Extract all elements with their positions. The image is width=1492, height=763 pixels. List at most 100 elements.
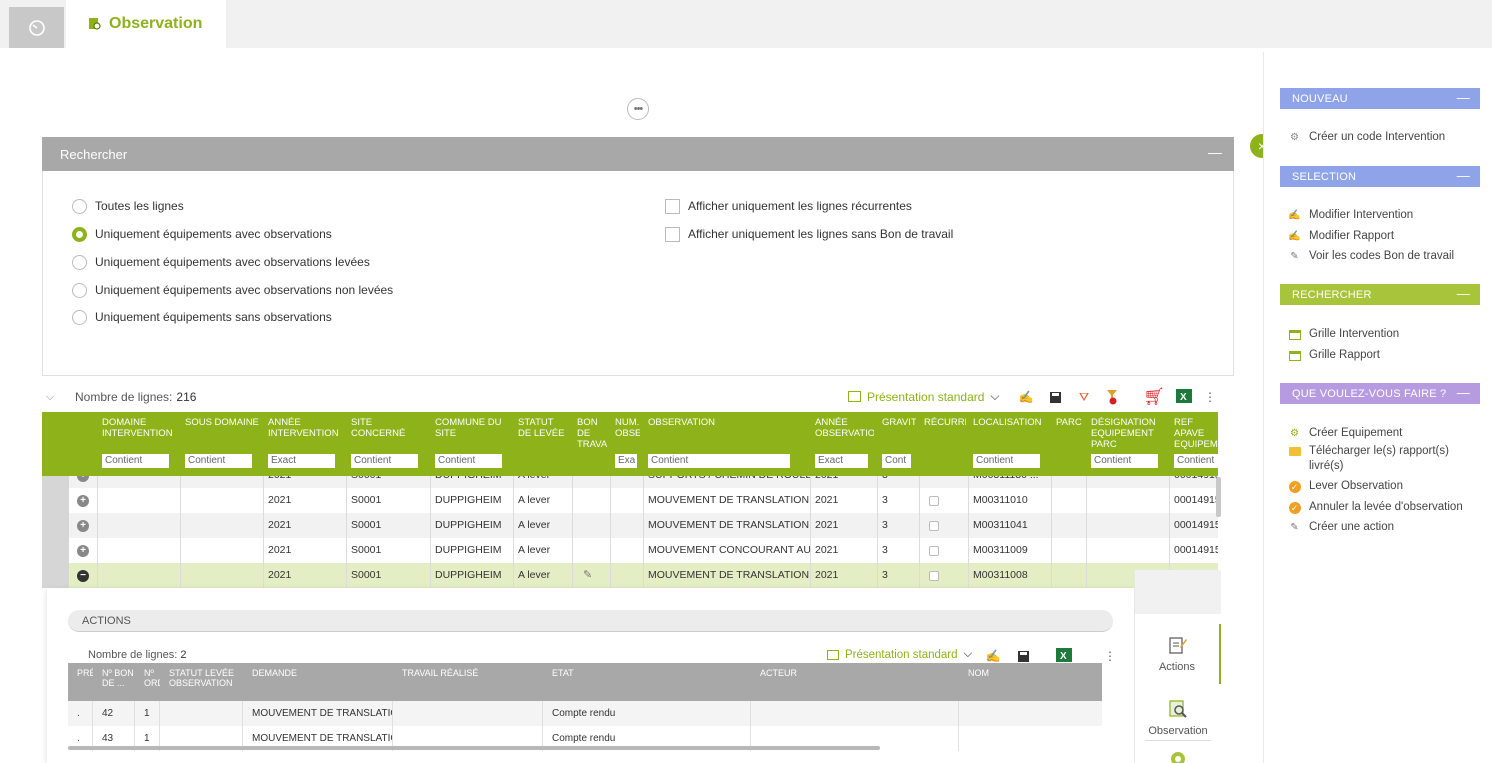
table-row[interactable]: + 2021 S0001 DUPPIGHEIM A lever MOUVEMEN… bbox=[42, 538, 1218, 563]
cell-bon-travail[interactable]: ✎ bbox=[573, 563, 611, 588]
action-creer-action[interactable]: ✎ Créer une action bbox=[1288, 520, 1478, 535]
radio-button[interactable] bbox=[72, 254, 87, 270]
radio-observations-levees[interactable]: Uniquement équipements avec observations… bbox=[72, 253, 370, 271]
col-header-statut[interactable]: STATUT DE LEVÉE bbox=[514, 412, 569, 476]
tab-observation[interactable]: Observation bbox=[66, 0, 226, 48]
filter-site-input[interactable]: Contient bbox=[351, 454, 418, 468]
cart-icon[interactable]: 🛒︎ bbox=[1143, 387, 1165, 407]
vertical-dots-icon[interactable]: ⋮ bbox=[1202, 389, 1218, 405]
plus-circle-icon[interactable]: + bbox=[77, 544, 89, 557]
save-icon[interactable] bbox=[1015, 648, 1031, 664]
filter-designation-input[interactable]: Contient bbox=[1091, 454, 1158, 468]
search-panel-header[interactable]: Rechercher — bbox=[42, 137, 1234, 177]
action-creer-code-intervention[interactable]: ⚙ Créer un code Intervention bbox=[1288, 130, 1478, 145]
radio-button[interactable] bbox=[72, 282, 87, 298]
save-icon[interactable] bbox=[1047, 389, 1063, 405]
filter-commune-input[interactable]: Contient bbox=[435, 454, 502, 468]
edit-note-icon[interactable]: ✎ bbox=[583, 563, 592, 588]
filter-annee-input[interactable]: Exact bbox=[268, 454, 335, 468]
action-annuler-levee[interactable]: ✓ Annuler la levée d'observation bbox=[1288, 500, 1478, 515]
filter-num-observation-input[interactable]: Exa bbox=[615, 454, 637, 468]
filter-sous-domaine-input[interactable]: Contient bbox=[185, 454, 252, 468]
radio-observations-non-levees[interactable]: Uniquement équipements avec observations… bbox=[72, 281, 393, 299]
col-header-recurrent[interactable]: RÉCURRENT bbox=[920, 412, 966, 476]
recurrent-checkbox[interactable] bbox=[929, 520, 939, 531]
col-header-acteur[interactable]: ACTEUR bbox=[751, 663, 959, 701]
checkbox-sans-bon-travail[interactable]: Afficher uniquement les lignes sans Bon … bbox=[665, 225, 953, 243]
collapse-minus-icon[interactable]: — bbox=[1457, 385, 1470, 400]
filter-annee-observation-input[interactable]: Exact bbox=[815, 454, 868, 468]
actions-section-header[interactable]: ACTIONS bbox=[68, 610, 1113, 632]
handshake-icon[interactable]: ✍ bbox=[985, 648, 1001, 664]
section-selection-header[interactable]: SELECTION — bbox=[1280, 166, 1480, 187]
section-nouveau-header[interactable]: NOUVEAU — bbox=[1280, 88, 1480, 109]
chevron-down-icon[interactable]: ⌵ bbox=[42, 389, 58, 405]
radio-button[interactable] bbox=[72, 226, 87, 242]
col-header-demande[interactable]: DEMANDE bbox=[243, 663, 393, 701]
col-header-bon-travail[interactable]: BON DE TRAVAIL bbox=[573, 412, 607, 476]
col-header-travail[interactable]: TRAVAIL RÉALISÉ bbox=[393, 663, 543, 701]
col-header-bon[interactable]: Nº BON DE ... bbox=[93, 663, 135, 701]
action-telecharger-rapports[interactable]: Télécharger le(s) rapport(s) livré(s) bbox=[1288, 444, 1478, 474]
delete-filter-icon[interactable] bbox=[1104, 389, 1120, 405]
checkbox[interactable] bbox=[665, 198, 680, 214]
plus-circle-icon[interactable]: + bbox=[77, 476, 89, 482]
radio-sans-observations[interactable]: Uniquement équipements sans observations bbox=[72, 308, 332, 326]
plus-circle-icon[interactable]: + bbox=[77, 519, 89, 532]
filter-clear-icon[interactable]: ⛛ bbox=[1076, 389, 1092, 405]
collapse-minus-icon[interactable]: — bbox=[1208, 144, 1222, 160]
col-header-nom[interactable]: NOM bbox=[959, 663, 1102, 701]
col-header-parc[interactable]: PARC bbox=[1052, 412, 1084, 476]
actions-horizontal-scrollbar[interactable] bbox=[68, 746, 880, 750]
filter-gravite-input[interactable]: Cont bbox=[882, 454, 911, 468]
more-options-button[interactable]: ••• bbox=[627, 98, 649, 120]
collapse-minus-icon[interactable]: — bbox=[1457, 90, 1470, 105]
col-header-statut-levee[interactable]: STATUT LEVÉE OBSERVATION bbox=[160, 663, 243, 701]
action-creer-equipement[interactable]: ⚙ Créer Equipement bbox=[1288, 426, 1478, 441]
side-tab-observation[interactable]: Observation bbox=[1135, 688, 1221, 748]
radio-button[interactable] bbox=[72, 309, 87, 325]
filter-domaine-input[interactable]: Contient bbox=[102, 454, 169, 468]
handshake-icon[interactable]: ✍ bbox=[1018, 389, 1034, 405]
sub-presentation-select[interactable]: Présentation standard ⌵ bbox=[827, 648, 972, 661]
list-item[interactable]: . 42 1 MOUVEMENT DE TRANSLATION Compte r… bbox=[68, 701, 1102, 726]
col-header-etat[interactable]: ETAT bbox=[543, 663, 751, 701]
table-row-selected[interactable]: − 2021 S0001 DUPPIGHEIM A lever ✎ MOUVEM… bbox=[42, 563, 1218, 588]
expand-cell[interactable]: + bbox=[69, 538, 98, 563]
plus-circle-icon[interactable]: + bbox=[77, 494, 89, 507]
expand-cell[interactable]: − bbox=[69, 563, 98, 588]
table-row[interactable]: + 2021 S0001 DUPPIGHEIM A lever SUPPORTS… bbox=[42, 476, 1218, 488]
radio-avec-observations[interactable]: Uniquement équipements avec observations bbox=[72, 225, 332, 243]
checkbox[interactable] bbox=[665, 226, 680, 242]
gear-icon[interactable] bbox=[1169, 750, 1187, 763]
home-tab[interactable] bbox=[9, 7, 64, 48]
expand-cell[interactable]: + bbox=[69, 476, 98, 488]
section-que-faire-header[interactable]: QUE VOULEZ-VOUS FAIRE ? — bbox=[1280, 383, 1480, 404]
radio-toutes-lignes[interactable]: Toutes les lignes bbox=[72, 197, 184, 215]
action-lever-observation[interactable]: ✓ Lever Observation bbox=[1288, 479, 1478, 494]
expand-cell[interactable]: + bbox=[69, 488, 98, 513]
recurrent-checkbox[interactable] bbox=[929, 570, 939, 581]
action-voir-codes-bon-travail[interactable]: ✎ Voir les codes Bon de travail bbox=[1288, 249, 1478, 264]
recurrent-checkbox[interactable] bbox=[929, 545, 939, 556]
table-row[interactable]: + 2021 S0001 DUPPIGHEIM A lever MOUVEMEN… bbox=[42, 488, 1218, 513]
filter-localisation-input[interactable]: Contient bbox=[973, 454, 1040, 468]
collapse-minus-icon[interactable]: — bbox=[1457, 286, 1470, 301]
filter-ref-apave-input[interactable]: Contient bbox=[1174, 454, 1218, 468]
side-tab-actions[interactable]: Actions bbox=[1135, 624, 1221, 684]
radio-button[interactable] bbox=[72, 198, 87, 214]
collapse-minus-icon[interactable]: — bbox=[1457, 168, 1470, 183]
col-header-ord[interactable]: Nº ORD bbox=[135, 663, 160, 701]
expand-cell[interactable]: + bbox=[69, 513, 98, 538]
minus-circle-icon[interactable]: − bbox=[77, 569, 89, 582]
action-modifier-intervention[interactable]: ✍ Modifier Intervention bbox=[1288, 208, 1478, 223]
excel-export-icon[interactable]: X bbox=[1056, 647, 1072, 663]
section-rechercher-header[interactable]: RECHERCHER — bbox=[1280, 284, 1480, 305]
recurrent-checkbox[interactable] bbox=[929, 495, 939, 506]
action-modifier-rapport[interactable]: ✍ Modifier Rapport bbox=[1288, 229, 1478, 244]
col-header-expand[interactable]: + bbox=[42, 412, 76, 476]
vertical-dots-icon[interactable]: ⋮ bbox=[1102, 648, 1118, 664]
grid-vertical-scrollbar[interactable] bbox=[1216, 477, 1221, 517]
table-row[interactable]: + 2021 S0001 DUPPIGHEIM A lever MOUVEMEN… bbox=[42, 513, 1218, 538]
checkbox-lignes-recurrentes[interactable]: Afficher uniquement les lignes récurrent… bbox=[665, 197, 912, 215]
